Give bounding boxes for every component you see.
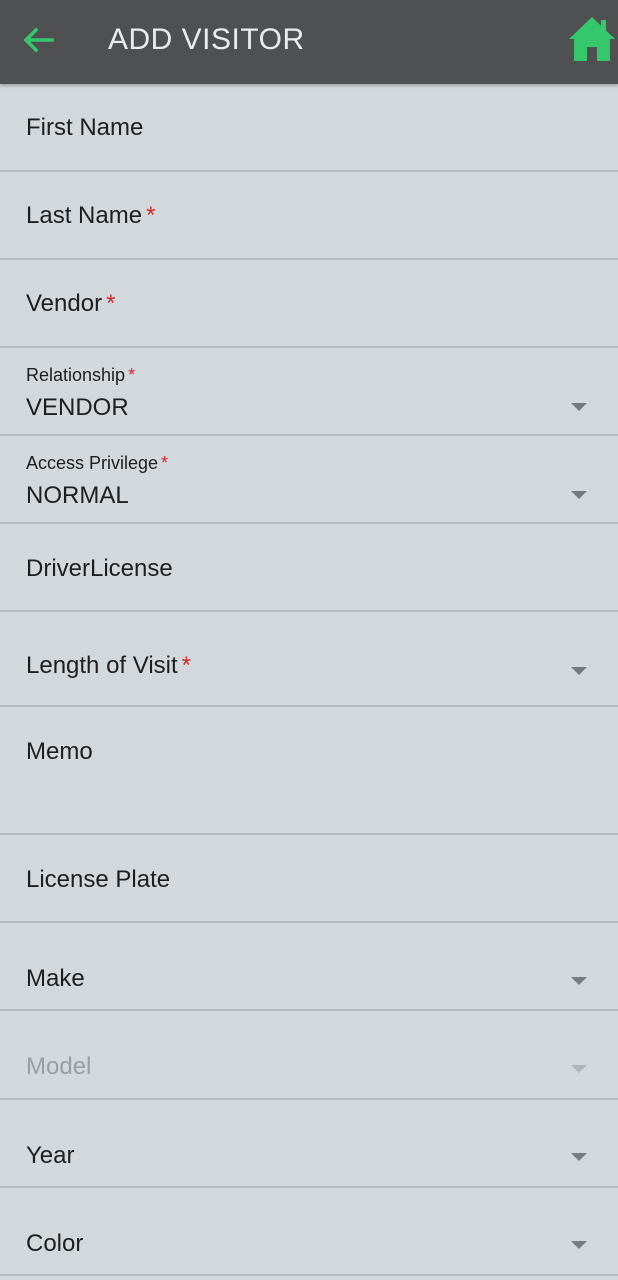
dropdown-caret-icon (571, 977, 587, 985)
length-of-visit-label: Length of Visit (26, 652, 178, 679)
model-select[interactable]: Model (0, 1011, 618, 1100)
driver-license-label: DriverLicense (26, 555, 173, 582)
dropdown-caret-icon (571, 1065, 587, 1073)
dropdown-caret-icon (571, 1153, 587, 1161)
page-title: ADD VISITOR (108, 23, 305, 56)
arrow-left-icon (23, 27, 54, 53)
length-of-visit-label-group: Length of Visit * (26, 652, 191, 680)
first-name-field[interactable]: First Name (0, 84, 618, 172)
dropdown-caret-icon (571, 403, 587, 411)
required-marker: * (181, 652, 192, 679)
year-select[interactable]: Year (0, 1100, 618, 1188)
license-plate-label: License Plate (26, 866, 171, 893)
dropdown-caret-icon (571, 1241, 587, 1249)
app-bar: ADD VISITOR (0, 0, 618, 84)
first-name-label: First Name (26, 114, 144, 141)
license-plate-field[interactable]: License Plate (0, 835, 618, 923)
back-button[interactable] (18, 22, 58, 58)
access-privilege-value: NORMAL (26, 482, 129, 509)
add-visitor-form: First Name Last Name * Vendor * Relationsh… (0, 84, 618, 1276)
required-marker: * (146, 202, 156, 229)
memo-label: Memo (26, 738, 93, 765)
color-label: Color (26, 1230, 84, 1257)
required-marker: * (161, 453, 169, 473)
length-of-visit-select[interactable]: Length of Visit * (0, 612, 618, 707)
model-label: Model (26, 1053, 92, 1080)
required-marker: * (106, 290, 116, 317)
last-name-field[interactable]: Last Name * (0, 172, 618, 260)
dropdown-caret-icon (571, 667, 587, 675)
vendor-field[interactable]: Vendor * (0, 260, 618, 348)
relationship-label: Relationship (26, 365, 126, 385)
vendor-label-group: Vendor * (26, 290, 115, 318)
relationship-label-group: Relationship * (26, 365, 135, 386)
relationship-select[interactable]: Relationship * VENDOR (0, 348, 618, 436)
relationship-value: VENDOR (26, 394, 129, 421)
driver-license-field[interactable]: DriverLicense (0, 524, 618, 612)
color-select[interactable]: Color (0, 1188, 618, 1276)
make-label: Make (26, 965, 85, 992)
access-privilege-label: Access Privilege (26, 453, 159, 473)
home-button[interactable] (566, 14, 618, 64)
access-privilege-select[interactable]: Access Privilege * NORMAL (0, 436, 618, 524)
make-select[interactable]: Make (0, 923, 618, 1011)
last-name-label: Last Name (26, 202, 143, 229)
access-privilege-label-group: Access Privilege * (26, 453, 168, 474)
home-icon (569, 17, 615, 61)
required-marker: * (128, 365, 136, 385)
vendor-label: Vendor (26, 290, 103, 317)
memo-field[interactable]: Memo (0, 707, 618, 835)
year-label: Year (26, 1142, 75, 1169)
dropdown-caret-icon (571, 491, 587, 499)
last-name-label-group: Last Name * (26, 202, 155, 230)
